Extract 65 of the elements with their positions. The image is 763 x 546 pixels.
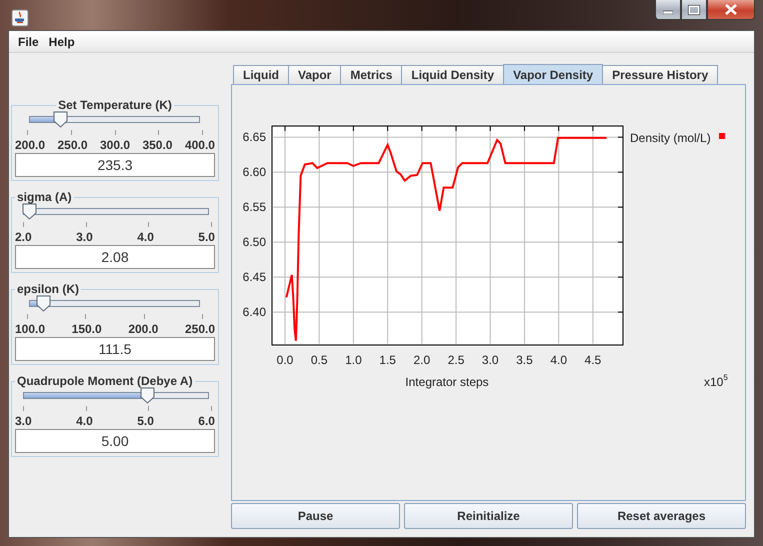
- tick-label: 4.0: [137, 230, 154, 244]
- slider-thumb[interactable]: [140, 387, 155, 404]
- close-button[interactable]: [707, 0, 755, 20]
- slider-thumb[interactable]: [22, 203, 37, 220]
- menu-item[interactable]: Help: [44, 34, 80, 48]
- x-axis-title: Integrator steps: [405, 375, 489, 389]
- slider-thumb[interactable]: [36, 295, 51, 312]
- action-button[interactable]: Reset averages: [577, 503, 746, 529]
- y-tick-label: 6.45: [242, 270, 266, 284]
- tab[interactable]: Pressure History: [602, 65, 718, 84]
- tab[interactable]: Vapor: [288, 65, 342, 84]
- x-tick-label: 0.0: [276, 353, 294, 367]
- tab[interactable]: Vapor Density: [503, 64, 604, 84]
- x-tick-label: 2.0: [414, 353, 430, 367]
- value-field[interactable]: 5.00: [15, 429, 215, 453]
- slider-title: Quadrupole Moment (Debye A): [16, 374, 194, 388]
- tick-label: 3.0: [76, 230, 93, 244]
- x-tick-label: 1.0: [345, 353, 362, 367]
- x-tick-label: 4.5: [584, 353, 602, 367]
- slider-thumb[interactable]: [52, 111, 68, 128]
- action-button[interactable]: Reinitialize: [404, 503, 573, 529]
- x-tick-label: 3.5: [516, 353, 533, 367]
- tick-label: 200.0: [128, 322, 158, 336]
- y-tick-label: 6.55: [242, 200, 266, 214]
- tab[interactable]: Metrics: [340, 65, 402, 84]
- slider-title: sigma (A): [16, 190, 73, 204]
- x-tick-label: 1.5: [379, 353, 396, 367]
- x-tick-label: 2.5: [448, 353, 464, 367]
- tick-label: 3.0: [15, 414, 32, 428]
- y-tick-label: 6.40: [242, 305, 266, 320]
- y-tick-label: 6.50: [242, 235, 266, 250]
- y-tick-label: 6.60: [242, 165, 266, 180]
- tick-label: 250.0: [57, 138, 88, 152]
- tick-label: 250.0: [184, 322, 215, 336]
- action-button[interactable]: Pause: [231, 503, 400, 529]
- x-tick-label: 4.0: [550, 353, 568, 367]
- tick-label: 200.0: [15, 138, 46, 152]
- tick-label: 300.0: [100, 138, 130, 152]
- legend-label: Density (mol/L): [630, 131, 711, 145]
- x-tick-label: 0.5: [310, 353, 328, 367]
- tick-label: 400.0: [184, 138, 215, 152]
- slider-title: epsilon (K): [16, 282, 80, 296]
- y-tick-label: 6.65: [242, 130, 266, 144]
- tab[interactable]: Liquid Density: [401, 65, 504, 84]
- tick-label: 4.0: [76, 414, 93, 428]
- maximize-icon: [688, 4, 700, 14]
- slider-title: Set Temperature (K): [57, 98, 173, 112]
- tick-label: 2.0: [15, 230, 32, 244]
- value-field[interactable]: 111.5: [15, 337, 215, 361]
- tab[interactable]: Liquid: [233, 65, 289, 84]
- menu-item[interactable]: File: [13, 34, 44, 48]
- tick-label: 100.0: [15, 322, 46, 336]
- minimize-button[interactable]: [655, 0, 681, 20]
- value-field[interactable]: 2.08: [15, 245, 215, 269]
- app-icon: [11, 9, 29, 27]
- maximize-button[interactable]: [681, 0, 707, 20]
- close-icon: [724, 4, 738, 15]
- tick-label: 6.0: [198, 414, 215, 428]
- tick-label: 5.0: [137, 414, 154, 428]
- axis-multiplier: x10$^{5}$: [704, 373, 728, 389]
- tick-label: 150.0: [72, 322, 102, 336]
- tick-label: 350.0: [142, 138, 172, 152]
- x-tick-label: 3.0: [482, 353, 499, 367]
- tick-label: 5.0: [198, 230, 215, 244]
- value-field[interactable]: 235.3: [15, 153, 215, 177]
